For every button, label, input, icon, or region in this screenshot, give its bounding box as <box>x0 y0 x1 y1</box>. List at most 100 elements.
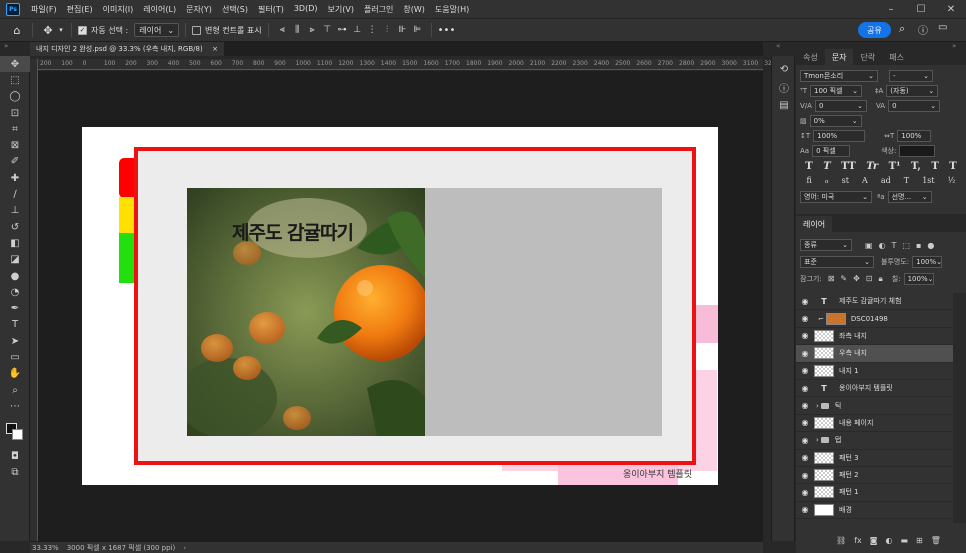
history-brush-icon[interactable]: ↺ <box>0 219 30 235</box>
align-bottom-icon[interactable]: ⊥ <box>350 21 365 39</box>
visibility-eye-icon[interactable]: ◉ <box>796 349 814 358</box>
adjust-filter-icon[interactable]: ◐ <box>879 241 886 250</box>
healing-brush-icon[interactable]: ✚ <box>0 170 30 186</box>
type-style-button[interactable]: T <box>904 176 909 185</box>
layer-row[interactable]: ◉ T 옹이아부지 템플릿 <box>796 380 953 398</box>
visibility-eye-icon[interactable]: ◉ <box>796 297 814 306</box>
fill-field[interactable]: 100% ⌄ <box>903 273 934 285</box>
lasso-tool-icon[interactable]: ◯ <box>0 89 30 105</box>
menu-item[interactable]: 편집(E) <box>62 4 98 15</box>
blend-mode-dropdown[interactable]: 표준 ⌄ <box>800 256 874 268</box>
new-layer-icon[interactable]: ⊞ <box>916 536 923 545</box>
screen-mode-icon[interactable]: ⧉ <box>0 465 30 481</box>
document-canvas[interactable]: 제주도 감귤따기 옹이아부지 템플릿 <box>82 127 718 485</box>
lock-artboard-icon[interactable]: ⊡ <box>866 274 873 284</box>
auto-select-dropdown[interactable]: 레이어 ⌄ <box>134 23 180 37</box>
minimize-button[interactable]: – <box>876 0 906 18</box>
tab-properties[interactable]: 속성 <box>796 49 825 65</box>
more-tools-icon[interactable]: ⋯ <box>0 398 30 414</box>
baseline-shift-field[interactable]: 0 픽셀 <box>812 145 851 157</box>
type-style-button[interactable]: T, <box>911 161 921 172</box>
tab-paths[interactable]: 패스 <box>882 49 911 65</box>
info-icon[interactable]: ⓘ <box>772 78 796 96</box>
visibility-eye-icon[interactable]: ◉ <box>796 471 814 480</box>
layer-row[interactable]: ◉ ⌐ DSC01498 <box>796 310 953 328</box>
menu-item[interactable]: 파일(F) <box>26 4 62 15</box>
chevron-down-icon[interactable]: ▾ <box>57 21 65 39</box>
visibility-eye-icon[interactable]: ◉ <box>796 331 814 340</box>
type-style-button[interactable]: st <box>842 176 849 185</box>
text-color-swatch[interactable] <box>899 145 936 157</box>
menu-item[interactable]: 레이어(L) <box>138 4 181 15</box>
align-top-icon[interactable]: ⊤ <box>320 21 335 39</box>
workspace-icon[interactable]: ▭ <box>938 22 947 33</box>
horizontal-scale-field[interactable]: 100% <box>897 130 932 142</box>
tab-paragraph[interactable]: 단락 <box>853 49 882 65</box>
home-icon[interactable]: ⌂ <box>8 21 26 39</box>
layer-row[interactable]: ◉ 패턴 1 <box>796 484 953 502</box>
mask-icon[interactable]: ◙ <box>870 536 878 545</box>
expand-icon[interactable]: « <box>776 42 780 50</box>
layer-row[interactable]: ◉ 우측 내지 <box>796 345 953 363</box>
align-center-v-icon[interactable]: ⊶ <box>335 21 350 39</box>
distribute-v-icon[interactable]: ⫶ <box>380 21 395 39</box>
menu-item[interactable]: 보기(V) <box>323 4 359 15</box>
opacity-field[interactable]: 100% ⌄ <box>912 256 943 268</box>
background-color[interactable] <box>12 428 23 440</box>
menu-item[interactable]: 창(W) <box>398 4 430 15</box>
tab-character[interactable]: 문자 <box>824 49 854 65</box>
anti-alias-dropdown[interactable]: 선명... ⌄ <box>887 191 932 203</box>
type-style-button[interactable]: ℴ <box>825 176 829 185</box>
lock-paint-icon[interactable]: ✎ <box>840 274 847 284</box>
type-style-button[interactable]: Tr <box>866 161 878 172</box>
visibility-eye-icon[interactable]: ◉ <box>796 384 814 393</box>
folder-icon[interactable]: ▬ <box>900 536 908 545</box>
brush-tool-icon[interactable]: ∕ <box>0 186 30 202</box>
text-filter-icon[interactable]: T <box>892 241 897 250</box>
menu-item[interactable]: 플러그인 <box>359 4 398 15</box>
fx-icon[interactable]: fx <box>854 536 862 545</box>
quick-mask-icon[interactable]: ◘ <box>0 449 30 465</box>
more-options-button[interactable]: ••• <box>438 25 456 36</box>
font-style-dropdown[interactable]: - ⌄ <box>889 70 933 82</box>
lock-position-icon[interactable]: ✥ <box>853 274 860 284</box>
visibility-eye-icon[interactable]: ◉ <box>796 314 814 323</box>
clone-stamp-icon[interactable]: ⊥ <box>0 203 30 219</box>
dodge-tool-icon[interactable]: ◔ <box>0 284 30 300</box>
type-style-button[interactable]: TT <box>841 161 856 172</box>
language-dropdown[interactable]: 영어: 미국 ⌄ <box>800 191 872 203</box>
layer-row[interactable]: ◉ T 제주도 감귤따기 체험 <box>796 293 953 311</box>
visibility-eye-icon[interactable]: ◉ <box>796 436 814 445</box>
search-icon[interactable]: ⌕ <box>899 22 905 36</box>
eraser-tool-icon[interactable]: ◧ <box>0 235 30 251</box>
shape-filter-icon[interactable]: ⬚ <box>902 241 910 250</box>
font-family-dropdown[interactable]: Tmon몬소리 ⌄ <box>800 70 878 82</box>
menu-item[interactable]: 도움말(H) <box>430 4 474 15</box>
layer-row[interactable]: ◉ › 탭 <box>796 432 953 450</box>
move-tool-icon[interactable]: ✥ <box>39 21 57 39</box>
layer-filter-dropdown[interactable]: 종류 ⌄ <box>800 239 852 251</box>
font-size-field[interactable]: 100 픽셀 ⌄ <box>809 85 862 97</box>
image-filter-icon[interactable]: ▣ <box>865 241 873 250</box>
maximize-button[interactable]: ☐ <box>906 0 936 18</box>
auto-select-checkbox[interactable]: ✓ <box>78 25 87 35</box>
menu-item[interactable]: 이미지(I) <box>98 4 139 15</box>
align-left-icon[interactable]: ⫷ <box>275 21 290 39</box>
comments-icon[interactable]: ▤ <box>772 96 796 114</box>
filter-toggle-icon[interactable]: ● <box>927 241 934 250</box>
distribute-h-icon[interactable]: ⊪ <box>395 21 410 39</box>
lock-all-icon[interactable]: 🔒︎ <box>879 274 883 284</box>
canvas-area[interactable]: 제주도 감귤따기 옹이아부지 템플릿 <box>38 71 763 541</box>
type-style-button[interactable]: T <box>823 161 830 172</box>
history-icon[interactable]: ⟲ <box>772 60 796 78</box>
layer-row[interactable]: ◉ 좌측 내지 <box>796 328 953 346</box>
type-style-button[interactable]: T¹ <box>889 161 901 172</box>
kerning-field[interactable]: 0 ⌄ <box>814 100 867 112</box>
document-info[interactable]: 3000 픽셀 x 1687 픽셀 (300 ppi) <box>67 543 176 553</box>
document-tab[interactable]: 내지 디자인 2 완성.psd @ 33.3% (우측 내지, RGB/8) × <box>30 42 224 56</box>
type-style-button[interactable]: ½ <box>948 176 956 185</box>
eyedropper-icon[interactable]: ✐ <box>0 154 30 170</box>
vertical-scale-field[interactable]: 100% <box>813 130 866 142</box>
align-center-h-icon[interactable]: ⫼ <box>290 21 305 39</box>
path-select-icon[interactable]: ➤ <box>0 333 30 349</box>
